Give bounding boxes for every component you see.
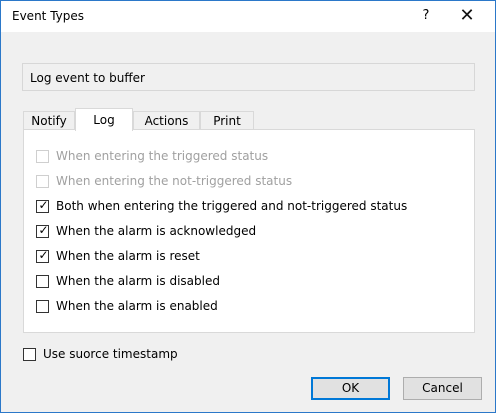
source-timestamp-label: Use suorce timestamp <box>43 347 178 361</box>
option-disabled: When the alarm is disabled <box>36 273 220 289</box>
title-bar: Event Types ? ✕ <box>1 1 495 32</box>
close-button[interactable]: ✕ <box>453 4 481 28</box>
option-entering-not-triggered: When entering the not-triggered status <box>36 173 292 189</box>
source-timestamp-option: Use suorce timestamp <box>23 346 178 362</box>
option-label: When the alarm is reset <box>56 249 200 263</box>
option-acknowledged: ✓ When the alarm is acknowledged <box>36 223 256 239</box>
checkbox-enabled[interactable] <box>36 299 49 313</box>
event-types-dialog: Event Types ? ✕ Log event to buffer Noti… <box>0 0 496 413</box>
option-enabled: When the alarm is enabled <box>36 298 218 314</box>
option-label: Both when entering the triggered and not… <box>56 199 408 213</box>
option-label: When entering the not-triggered status <box>56 174 293 188</box>
log-tab-panel: When entering the triggered status When … <box>23 129 475 333</box>
check-icon: ✓ <box>38 222 49 237</box>
option-label: When the alarm is disabled <box>56 274 220 288</box>
option-label: When entering the triggered status <box>56 149 269 163</box>
checkbox-acknowledged[interactable]: ✓ <box>36 222 49 238</box>
option-both-statuses: ✓ Both when entering the triggered and n… <box>36 198 407 214</box>
header-text: Log event to buffer <box>30 71 145 85</box>
checkbox-entering-not-triggered[interactable] <box>36 174 49 188</box>
tab-log[interactable]: Log <box>75 108 133 131</box>
tab-actions[interactable]: Actions <box>133 111 200 130</box>
option-label: When the alarm is enabled <box>56 299 218 313</box>
checkbox-reset[interactable]: ✓ <box>36 247 49 263</box>
header-box: Log event to buffer <box>22 63 475 91</box>
check-icon: ✓ <box>38 197 49 212</box>
tab-notify[interactable]: Notify <box>23 111 75 130</box>
checkbox-both-statuses[interactable]: ✓ <box>36 197 49 213</box>
checkbox-disabled[interactable] <box>36 274 49 288</box>
checkbox-entering-triggered[interactable] <box>36 149 49 163</box>
option-reset: ✓ When the alarm is reset <box>36 248 200 264</box>
ok-button[interactable]: OK <box>311 377 390 400</box>
option-entering-triggered: When entering the triggered status <box>36 148 268 164</box>
check-icon: ✓ <box>38 247 49 262</box>
tab-print[interactable]: Print <box>200 111 254 130</box>
cancel-button[interactable]: Cancel <box>403 377 482 400</box>
checkbox-source-timestamp[interactable] <box>23 347 36 361</box>
option-label: When the alarm is acknowledged <box>56 224 257 238</box>
help-button[interactable]: ? <box>415 5 437 27</box>
dialog-title: Event Types <box>12 9 85 23</box>
